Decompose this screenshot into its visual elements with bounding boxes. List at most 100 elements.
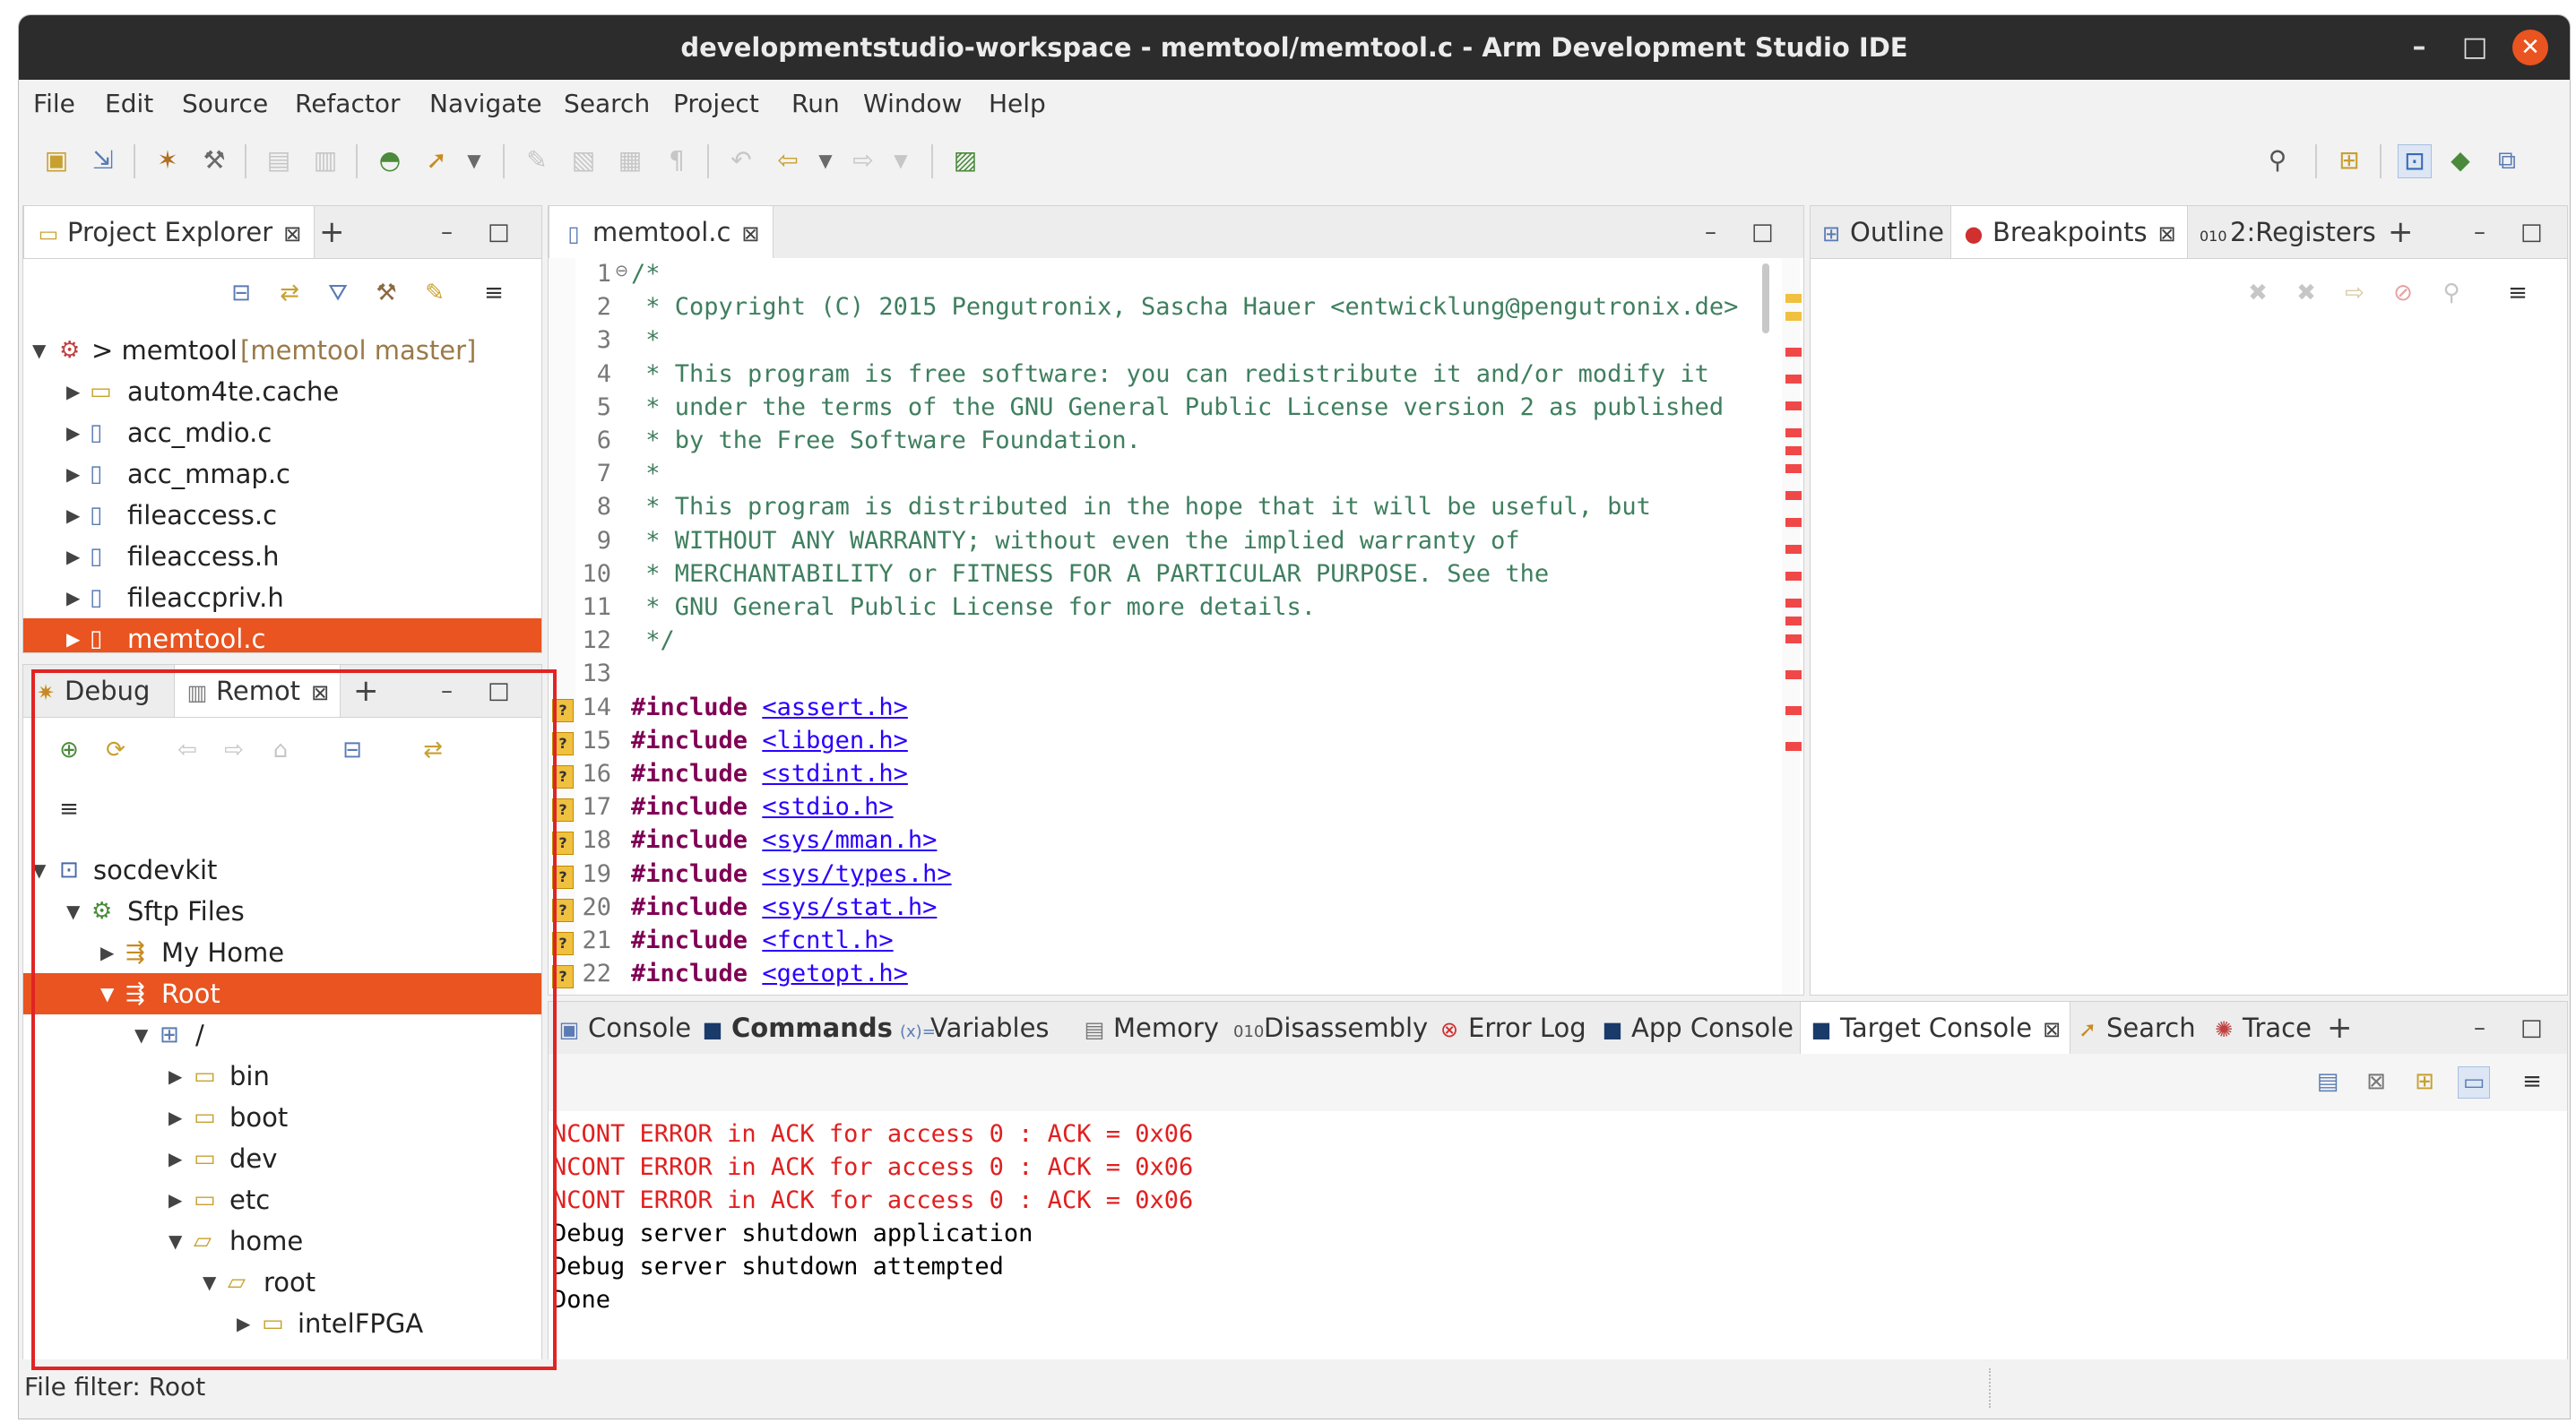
add-view-icon[interactable]: + — [319, 206, 345, 258]
save-icon[interactable]: ▤ — [263, 144, 295, 177]
menu-edit[interactable]: Edit — [105, 89, 153, 118]
overview-marker[interactable] — [1785, 706, 1802, 715]
code-editor[interactable]: 1 /* 2 * Copyright (C) 2015 Pengutronix, S… — [549, 258, 1803, 995]
collapse-arrow-icon[interactable]: ▶ — [66, 495, 80, 536]
link-editor-icon[interactable]: ⇄ — [274, 278, 305, 308]
tab-memory[interactable]: ▤ Memory — [1077, 1002, 1224, 1054]
include-file-link[interactable]: <sys/stat.h> — [762, 893, 937, 921]
fold-icon[interactable]: ⊖ — [615, 262, 628, 280]
tab-trace[interactable]: ✺ Trace — [2207, 1002, 2317, 1054]
filter-icon[interactable]: ⛛ — [323, 278, 353, 308]
collapse-arrow-icon[interactable]: ▶ — [66, 371, 80, 412]
close-tab-icon[interactable]: ⊠ — [2158, 221, 2176, 246]
collapse-arrow-icon[interactable]: ▶ — [66, 412, 80, 453]
run-icon[interactable]: ➚ — [420, 144, 453, 177]
tree-item[interactable]: ▶ ▯ acc_mmap.c — [23, 453, 541, 495]
maximize-view-icon[interactable]: □ — [2520, 206, 2543, 258]
scroll-lock-icon[interactable]: ⊞ — [2409, 1066, 2440, 1097]
pilcrow-icon[interactable]: ¶ — [661, 144, 693, 177]
overview-marker[interactable] — [1785, 518, 1802, 527]
open-project-icon[interactable]: ◓ — [374, 144, 406, 177]
tab-memtool-c[interactable]: ▯ memtool.c ⊠ — [549, 206, 774, 258]
last-edit-icon[interactable]: ↶ — [725, 144, 757, 177]
include-file-link[interactable]: <stdio.h> — [762, 793, 893, 821]
minimize-view-icon[interactable]: – — [441, 206, 453, 258]
open-console-icon[interactable]: ▨ — [949, 144, 981, 177]
menu-navigate[interactable]: Navigate — [429, 89, 542, 118]
overview-marker[interactable] — [1785, 572, 1802, 581]
collapse-arrow-icon[interactable]: ▶ — [66, 618, 80, 652]
overview-marker[interactable] — [1785, 464, 1802, 473]
menu-run[interactable]: Run — [791, 89, 840, 118]
menu-project[interactable]: Project — [673, 89, 759, 118]
overview-marker[interactable] — [1785, 599, 1802, 608]
tab-variables[interactable]: (x)=Variables — [895, 1002, 1055, 1054]
new-icon[interactable]: ▣ — [40, 144, 73, 177]
add-view-icon[interactable]: + — [2327, 1002, 2353, 1054]
overview-marker[interactable] — [1785, 634, 1802, 643]
tree-item[interactable]: ▶ ▭ autom4te.cache — [23, 371, 541, 412]
include-file-link[interactable]: <unistd.h> — [762, 993, 908, 995]
tree-item[interactable]: ▶ ▯ fileaccess.c — [23, 495, 541, 536]
minimize-view-icon[interactable]: – — [2474, 206, 2485, 258]
minimize-view-icon[interactable]: – — [1705, 206, 1716, 258]
remove-icon[interactable]: ✖ — [2243, 278, 2273, 308]
close-button[interactable]: ✕ — [2512, 30, 2548, 65]
include-file-link[interactable]: <fcntl.h> — [762, 927, 893, 954]
clear-console-icon[interactable]: ⊠ — [2361, 1066, 2391, 1097]
tree-item[interactable]: ▶ ▯ fileaccpriv.h — [23, 577, 541, 618]
debug-config-icon[interactable]: ⚒ — [198, 144, 230, 177]
minimize-button[interactable]: – — [2401, 30, 2437, 65]
run-dropdown-icon[interactable]: ▼ — [458, 144, 490, 177]
add-view-icon[interactable]: + — [2388, 206, 2414, 258]
tree-item-selected[interactable]: ▶ ▯ memtool.c — [23, 618, 541, 652]
include-file-link[interactable]: <assert.h> — [762, 694, 908, 721]
expand-arrow-icon[interactable]: ▼ — [32, 330, 46, 371]
close-tab-icon[interactable]: ⊠ — [283, 221, 301, 246]
tree-project-memtool[interactable]: ▼ ⚙ > memtool [memtool master] — [23, 330, 541, 371]
overview-marker[interactable] — [1785, 545, 1802, 554]
remove-all-icon[interactable]: ✖ — [2291, 278, 2321, 308]
tab-registers[interactable]: 010 2:Registers — [2191, 206, 2385, 258]
console-output[interactable]: NCONT ERROR in ACK for access 0 : ACK = … — [549, 1111, 2567, 1360]
back-icon[interactable]: ⇦ — [772, 144, 804, 177]
go-to-file-icon[interactable]: ⇨ — [2339, 278, 2370, 308]
close-tab-icon[interactable]: ⊠ — [2043, 1017, 2061, 1042]
minimize-view-icon[interactable]: – — [2474, 1002, 2485, 1054]
search-icon[interactable]: ⚲ — [2261, 144, 2294, 177]
tab-app-console[interactable]: ■ App Console — [1595, 1002, 1799, 1054]
edit-icon[interactable]: ✎ — [521, 144, 553, 177]
tab-search[interactable]: ➚ Search — [2070, 1002, 2201, 1054]
collapse-arrow-icon[interactable]: ▶ — [66, 536, 80, 577]
build-icon[interactable]: ✶ — [151, 144, 184, 177]
overview-marker[interactable] — [1785, 446, 1802, 455]
hammer-icon[interactable]: ⚒ — [371, 278, 402, 308]
overview-marker[interactable] — [1785, 742, 1802, 751]
include-file-link[interactable]: <libgen.h> — [762, 727, 908, 755]
back-dropdown-icon[interactable]: ▼ — [809, 144, 842, 177]
include-file-link[interactable]: <sys/types.h> — [762, 860, 951, 888]
tree-item[interactable]: ▶ ▯ fileaccess.h — [23, 536, 541, 577]
perspective-other-icon[interactable]: ⧉ — [2491, 144, 2523, 177]
menu-source[interactable]: Source — [182, 89, 268, 118]
tab-breakpoints[interactable]: ● Breakpoints ⊠ — [1950, 206, 2188, 258]
perspective-debug-icon[interactable]: ◆ — [2444, 144, 2477, 177]
menu-window[interactable]: Window — [863, 89, 962, 118]
menu-help[interactable]: Help — [989, 89, 1046, 118]
forward-icon[interactable]: ⇨ — [847, 144, 879, 177]
overview-marker[interactable] — [1785, 491, 1802, 500]
overview-marker[interactable] — [1785, 428, 1802, 437]
overview-marker[interactable] — [1785, 348, 1802, 357]
collapse-arrow-icon[interactable]: ▶ — [66, 453, 80, 495]
collapse-all-icon[interactable]: ⊟ — [226, 278, 256, 308]
view-menu-icon[interactable]: ≡ — [2517, 1066, 2547, 1097]
expand-icon[interactable]: ⚲ — [2436, 278, 2467, 308]
maximize-view-icon[interactable]: □ — [1751, 206, 1774, 258]
tab-target-console[interactable]: ■ Target Console ⊠ — [1800, 1002, 2071, 1054]
overview-marker[interactable] — [1785, 670, 1802, 679]
tab-project-explorer[interactable]: ▭ Project Explorer ⊠ — [23, 206, 316, 258]
view-menu-icon[interactable]: ≡ — [2503, 278, 2533, 308]
overview-marker[interactable] — [1785, 617, 1802, 625]
forward-dropdown-icon[interactable]: ▼ — [885, 144, 917, 177]
maximize-view-icon[interactable]: □ — [2520, 1002, 2543, 1054]
